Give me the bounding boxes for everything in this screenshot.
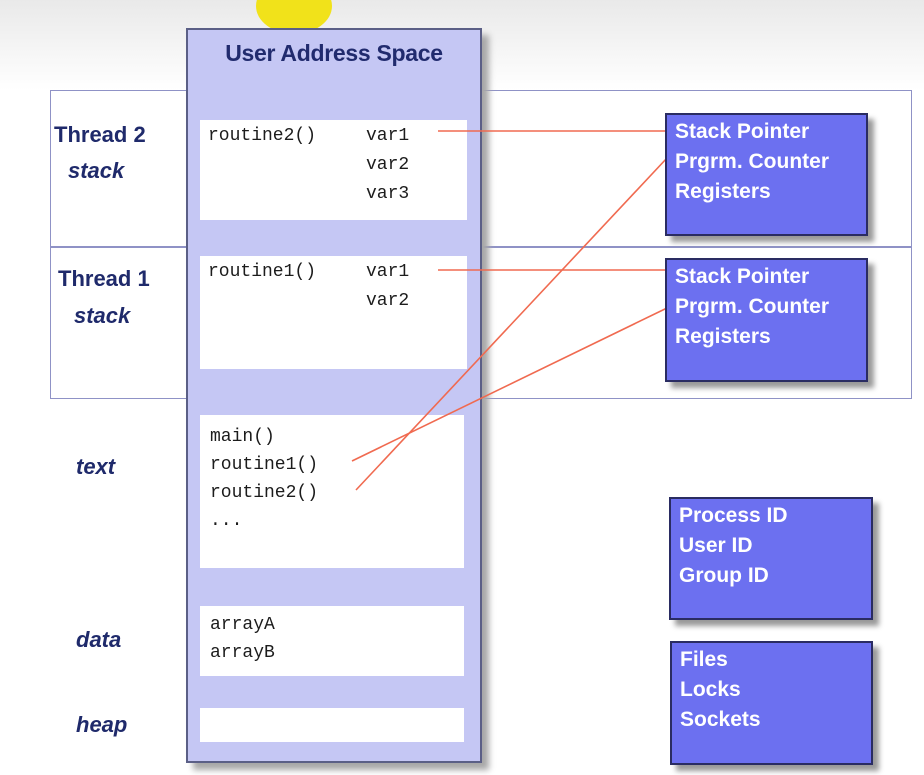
process-ids-box: Process ID User ID Group ID (669, 497, 873, 620)
group-id: Group ID (679, 564, 769, 587)
process-id: Process ID (679, 504, 788, 527)
thread1-registers-box: Stack Pointer Prgrm. Counter Registers (665, 258, 868, 382)
thread1-program-counter: Prgrm. Counter (675, 295, 830, 318)
thread2-stack-pointer: Stack Pointer (675, 120, 810, 143)
sockets: Sockets (680, 708, 761, 731)
thread2-registers: Registers (675, 180, 771, 203)
thread1-registers: Registers (675, 325, 771, 348)
resources-box: Files Locks Sockets (670, 641, 873, 765)
locks: Locks (680, 678, 741, 701)
line-routine2-to-t2-pc (355, 157, 668, 491)
thread2-program-counter: Prgrm. Counter (675, 150, 830, 173)
line-routine1-to-t1-pc (351, 307, 668, 462)
thread2-registers-box: Stack Pointer Prgrm. Counter Registers (665, 113, 868, 236)
user-id: User ID (679, 534, 753, 557)
thread1-stack-pointer: Stack Pointer (675, 265, 810, 288)
files: Files (680, 648, 728, 671)
